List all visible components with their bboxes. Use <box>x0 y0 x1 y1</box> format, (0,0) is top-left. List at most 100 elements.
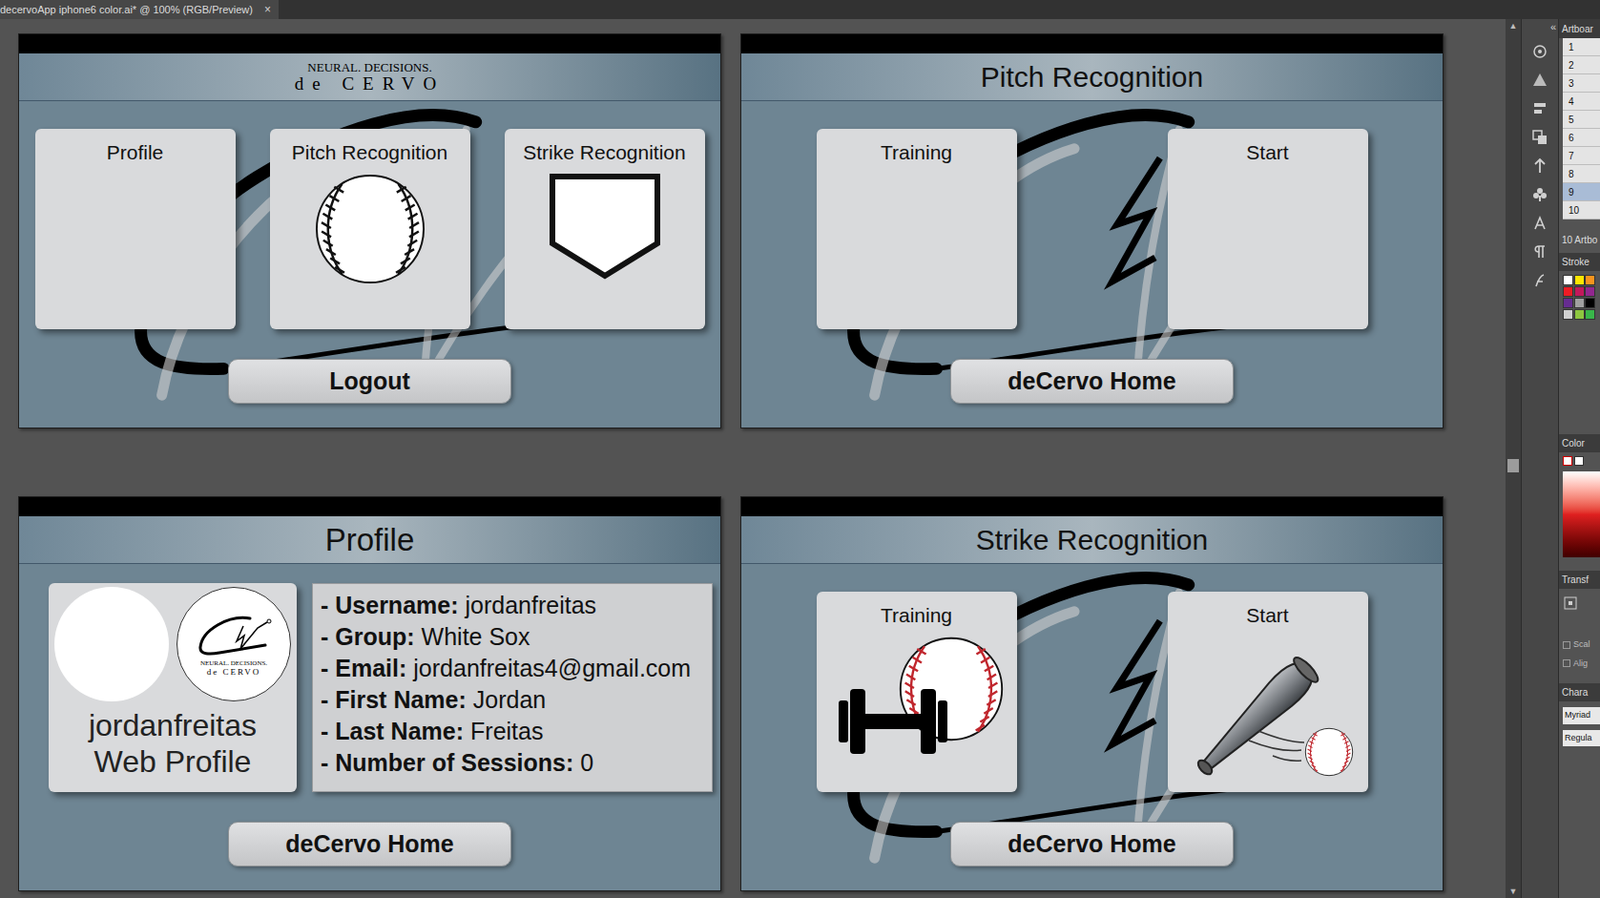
swatch[interactable] <box>1584 274 1596 286</box>
profile-caption: Web Profile <box>94 743 252 780</box>
canvas[interactable]: NEURAL. DECISIONS.de CERVOProfilePitch R… <box>0 19 1506 898</box>
character-panel-title[interactable]: Chara <box>1558 683 1600 702</box>
menu-card[interactable]: Profile <box>35 128 236 330</box>
screen-body: ProfilePitch RecognitionStrike Recogniti… <box>19 101 721 428</box>
swatch[interactable] <box>1562 274 1574 286</box>
symbols-icon[interactable] <box>1530 156 1550 176</box>
artboard-list: 12345678910 <box>1562 38 1600 220</box>
vertical-scrollbar[interactable]: ▲▼ <box>1505 19 1521 898</box>
baseball-icon <box>1304 727 1354 777</box>
artboard-row[interactable]: 2 <box>1562 56 1600 75</box>
swatch[interactable] <box>1574 286 1585 297</box>
artboard[interactable]: Profile NEURAL. DECISIONS.de CERVO jordanf… <box>18 496 722 892</box>
color-panel-title[interactable]: Color <box>1558 434 1600 453</box>
menu-card[interactable]: Pitch Recognition <box>270 128 471 330</box>
card-label: Start <box>1246 140 1289 166</box>
brush-icon[interactable] <box>1530 41 1550 62</box>
artboard[interactable]: NEURAL. DECISIONS.de CERVO ProfilePitch R… <box>18 33 722 429</box>
artboard-row[interactable]: 3 <box>1562 74 1600 93</box>
stroke-swatch[interactable] <box>1574 456 1584 466</box>
phone-status-bar <box>19 34 721 54</box>
swatch[interactable] <box>1574 274 1585 286</box>
swatch[interactable] <box>1562 297 1574 309</box>
nav-button[interactable]: Logout <box>228 358 512 404</box>
card-label: Training <box>880 602 953 628</box>
reference-point-icon[interactable] <box>1563 596 1578 610</box>
artboard-row[interactable]: 8 <box>1562 165 1600 184</box>
field-label: - Last Name: <box>320 717 464 745</box>
menu-card[interactable]: Start <box>1167 128 1369 330</box>
artboards-panel-title[interactable]: Artboar <box>1558 19 1600 39</box>
nav-button[interactable]: deCervo Home <box>950 358 1234 404</box>
document-tab[interactable]: decervoApp iphone6 color.ai* @ 100% (RGB… <box>0 0 279 20</box>
nav-button[interactable]: deCervo Home <box>228 821 512 867</box>
transform-option[interactable]: Alig <box>1562 657 1600 671</box>
font-style-field[interactable]: Regula <box>1562 729 1600 748</box>
card-label: Training <box>880 140 953 166</box>
swatch[interactable] <box>1584 309 1596 320</box>
home-plate-icon <box>548 172 662 280</box>
scroll-track[interactable] <box>1505 32 1521 885</box>
close-tab-button[interactable]: × <box>264 0 271 19</box>
menu-card[interactable]: Training <box>816 591 1018 792</box>
artboard-row[interactable]: 10 <box>1562 201 1600 220</box>
artboard-row[interactable]: 1 <box>1562 38 1600 57</box>
artboard-row[interactable]: 9 <box>1562 183 1600 202</box>
document-tab-bar: decervoApp iphone6 color.ai* @ 100% (RGB… <box>0 0 1600 20</box>
swatch[interactable] <box>1562 309 1574 320</box>
menu-card[interactable]: Training <box>816 128 1018 330</box>
menu-card[interactable]: Start <box>1167 591 1369 792</box>
swatch[interactable] <box>1574 309 1585 320</box>
transparency-icon[interactable] <box>1530 70 1550 90</box>
fill-swatch[interactable] <box>1562 456 1573 466</box>
color-spectrum[interactable] <box>1562 471 1600 558</box>
baseball-icon <box>313 172 427 286</box>
field-value: White Sox <box>421 623 531 650</box>
logo-wordmark: de CERVO <box>294 74 446 93</box>
profile-field: - Last Name:Freitas <box>320 715 705 748</box>
profile-name: jordanfreitas <box>88 706 257 744</box>
screen-body: Training Start deCervo Home <box>741 101 1443 428</box>
artboard-row[interactable]: 6 <box>1562 128 1600 147</box>
align-icon[interactable] <box>1530 99 1550 119</box>
nav-button[interactable]: deCervo Home <box>950 821 1234 867</box>
character-icon[interactable] <box>1530 213 1550 233</box>
decervo-logo: NEURAL. DECISIONS.de CERVO <box>294 61 446 93</box>
swatch[interactable] <box>1584 297 1596 309</box>
clubs-icon[interactable] <box>1530 185 1550 205</box>
decervo-logo: NEURAL. DECISIONS.de CERVO <box>200 660 268 677</box>
artboard-row[interactable]: 7 <box>1562 146 1600 166</box>
artboard[interactable]: Pitch Recognition Training Start deCervo Ho… <box>740 33 1444 429</box>
avatar-circle[interactable] <box>54 586 169 702</box>
field-value: jordanfreitas <box>465 591 598 619</box>
swatch[interactable] <box>1574 297 1585 309</box>
artboard-row[interactable]: 4 <box>1562 92 1600 111</box>
screen-title: Pitch Recognition <box>980 62 1204 92</box>
glyphs-icon[interactable] <box>1530 270 1550 291</box>
swatch[interactable] <box>1584 286 1596 297</box>
swatch[interactable] <box>1562 286 1574 297</box>
screen-title: Profile <box>325 523 416 556</box>
font-family-field[interactable]: Myriad <box>1562 706 1600 725</box>
artboard-row[interactable]: 5 <box>1562 110 1600 129</box>
pathfinder-icon[interactable] <box>1530 127 1550 147</box>
swatch-grid <box>1562 274 1596 320</box>
field-value: Jordan <box>473 685 546 713</box>
transform-panel-title[interactable]: Transf <box>1558 570 1600 589</box>
collapse-panels-button[interactable]: « <box>1550 20 1559 33</box>
decervo-swoosh-icon <box>190 612 277 661</box>
phone-status-bar <box>741 497 1443 517</box>
menu-card[interactable]: Strike Recognition <box>504 128 706 330</box>
scroll-thumb[interactable] <box>1507 458 1519 473</box>
artboard[interactable]: Strike RecognitionTrainingStartdeCervo H… <box>740 496 1444 892</box>
transform-option[interactable]: Scal <box>1562 638 1600 652</box>
profile-field: - Username:jordanfreitas <box>320 589 705 622</box>
profile-field: - Email:jordanfreitas4@gmail.com <box>320 652 705 685</box>
scroll-down-button[interactable]: ▼ <box>1509 884 1518 898</box>
logo-tagline: NEURAL. DECISIONS. <box>200 660 268 667</box>
scroll-up-button[interactable]: ▲ <box>1509 19 1518 33</box>
profile-field: - Group:White Sox <box>320 621 705 653</box>
profile-field: - Number of Sessions:0 <box>320 747 705 779</box>
paragraph-icon[interactable] <box>1530 242 1550 262</box>
stroke-panel-title[interactable]: Stroke <box>1558 252 1600 271</box>
